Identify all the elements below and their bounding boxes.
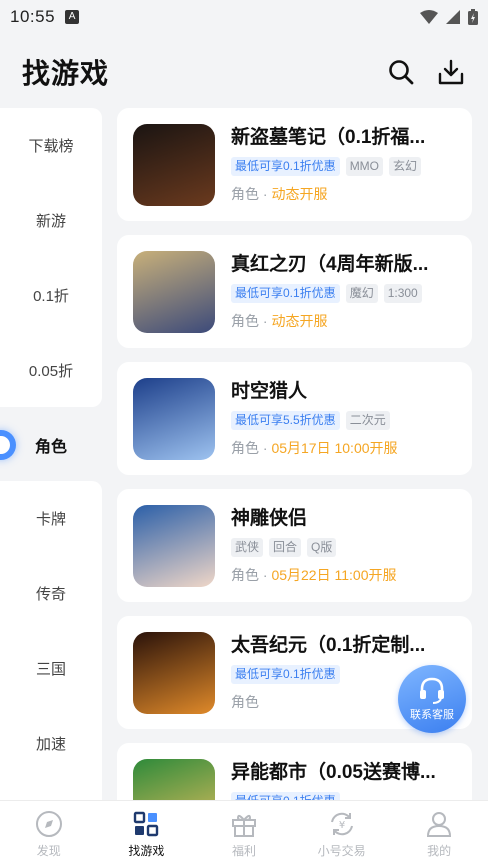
search-button[interactable] xyxy=(386,57,416,87)
search-icon xyxy=(389,60,414,85)
battery-icon xyxy=(468,9,478,25)
sidebar-item-cards[interactable]: 卡牌 xyxy=(0,481,102,556)
server-open-time: 05月22日 11:00开服 xyxy=(271,567,397,583)
game-card[interactable]: 神雕侠侣 武侠 回合 Q版 角色 · 05月22日 11:00开服 xyxy=(117,489,472,602)
genre-tag: MMO xyxy=(345,157,384,176)
game-category: 角色 · xyxy=(231,567,272,583)
discount-tag: 最低可享0.1折优惠 xyxy=(231,792,340,800)
game-title: 时空猎人 xyxy=(231,381,308,402)
sidebar-item-legend[interactable]: 传奇 xyxy=(0,556,102,631)
customer-service-label: 联系客服 xyxy=(410,709,454,721)
game-category: 角色 · xyxy=(231,440,272,456)
sidebar-group-bottom: 卡牌 传奇 三国 加速 xyxy=(0,481,102,811)
tab-mine[interactable]: 我的 xyxy=(390,801,488,867)
discount-tag: 最低可享0.1折优惠 xyxy=(231,665,340,684)
page-header: 找游戏 xyxy=(0,34,488,110)
genre-tag: 魔幻 xyxy=(345,284,378,303)
game-title: 神雕侠侣 xyxy=(231,508,308,529)
genre-tag: 1:300 xyxy=(383,284,422,303)
genre-tag: 玄幻 xyxy=(389,157,422,176)
genre-tag: 武侠 xyxy=(231,538,264,557)
server-open-time: 动态开服 xyxy=(271,313,328,329)
game-icon xyxy=(133,632,215,714)
tab-label: 小号交易 xyxy=(317,843,366,858)
tab-label: 我的 xyxy=(427,843,452,858)
game-card[interactable]: 异能都市（0.05送赛博... 最低可享0.1折优惠 角色 xyxy=(117,743,472,800)
headset-icon xyxy=(420,677,444,704)
sidebar-item-download-rank[interactable]: 下载榜 xyxy=(0,108,102,183)
tab-label: 找游戏 xyxy=(128,843,165,858)
server-open-time: 05月17日 10:00开服 xyxy=(271,440,398,456)
game-icon xyxy=(133,378,215,460)
game-icon xyxy=(133,505,215,587)
exchange-icon: ¥ xyxy=(330,812,353,835)
game-category: 角色 · xyxy=(231,313,272,329)
grid-icon xyxy=(134,811,159,836)
sidebar-item-speedup[interactable]: 加速 xyxy=(0,706,102,781)
bottom-tab-bar: 发现 找游戏 福利 ¥ 小号交易 我的 xyxy=(0,800,488,867)
game-title: 异能都市（0.05送赛博... xyxy=(231,762,436,783)
sidebar-item-0-1-discount[interactable]: 0.1折 xyxy=(0,258,102,333)
game-card[interactable]: 真红之刃（4周年新版... 最低可享0.1折优惠 魔幻 1:300 角色 · 动… xyxy=(117,235,472,348)
game-icon xyxy=(133,124,215,206)
svg-text:¥: ¥ xyxy=(338,820,344,831)
tab-account-trade[interactable]: ¥ 小号交易 xyxy=(293,801,391,867)
server-open-time: 动态开服 xyxy=(271,186,328,202)
game-card[interactable]: 时空猎人 最低可享5.5折优惠 二次元 角色 · 05月17日 10:00开服 xyxy=(117,362,472,475)
discount-tag: 最低可享5.5折优惠 xyxy=(231,411,340,430)
game-title: 新盗墓笔记（0.1折福... xyxy=(231,127,426,148)
genre-tag: 回合 xyxy=(269,538,302,557)
sidebar-item-0-05-discount[interactable]: 0.05折 xyxy=(0,333,102,408)
game-category: 角色 · xyxy=(231,186,272,202)
genre-tag: 二次元 xyxy=(345,411,390,430)
customer-service-button[interactable]: 联系客服 xyxy=(398,665,466,733)
signal-icon xyxy=(446,10,460,24)
tab-find-games[interactable]: 找游戏 xyxy=(98,801,196,867)
download-button[interactable] xyxy=(436,57,466,87)
game-category: 角色 xyxy=(231,694,259,710)
game-card[interactable]: 新盗墓笔记（0.1折福... 最低可享0.1折优惠 MMO 玄幻 角色 · 动态… xyxy=(117,108,472,221)
tab-discover[interactable]: 发现 xyxy=(0,801,98,867)
sidebar-item-label: 角色 xyxy=(34,439,67,456)
download-icon xyxy=(438,59,464,85)
discount-tag: 最低可享0.1折优惠 xyxy=(231,157,340,176)
game-title: 太吾纪元（0.1折定制... xyxy=(231,635,426,656)
sidebar-item-new-games[interactable]: 新游 xyxy=(0,183,102,258)
category-sidebar: 下载榜 新游 0.1折 0.05折 角色 卡牌 传奇 三国 加速 xyxy=(0,108,102,811)
game-title: 真红之刃（4周年新版... xyxy=(231,254,429,275)
wifi-icon xyxy=(420,10,438,24)
person-icon xyxy=(427,811,452,837)
gift-icon xyxy=(231,814,256,837)
discount-tag: 最低可享0.1折优惠 xyxy=(231,284,340,303)
tab-label: 发现 xyxy=(36,843,61,858)
game-icon xyxy=(133,251,215,333)
active-indicator-icon xyxy=(0,430,16,460)
genre-tag: Q版 xyxy=(307,538,337,557)
notification-icon: A xyxy=(65,10,80,24)
status-time: 10:55 xyxy=(10,7,56,26)
page-title: 找游戏 xyxy=(22,58,110,89)
sidebar-group-top: 下载榜 新游 0.1折 0.05折 xyxy=(0,108,102,407)
tab-label: 福利 xyxy=(231,843,256,858)
compass-icon xyxy=(35,810,62,837)
sidebar-item-role[interactable]: 角色 xyxy=(0,408,102,482)
game-icon xyxy=(133,759,215,800)
sidebar-item-three-kingdoms[interactable]: 三国 xyxy=(0,631,102,706)
tab-welfare[interactable]: 福利 xyxy=(195,801,293,867)
status-bar: 10:55 A xyxy=(0,0,488,34)
